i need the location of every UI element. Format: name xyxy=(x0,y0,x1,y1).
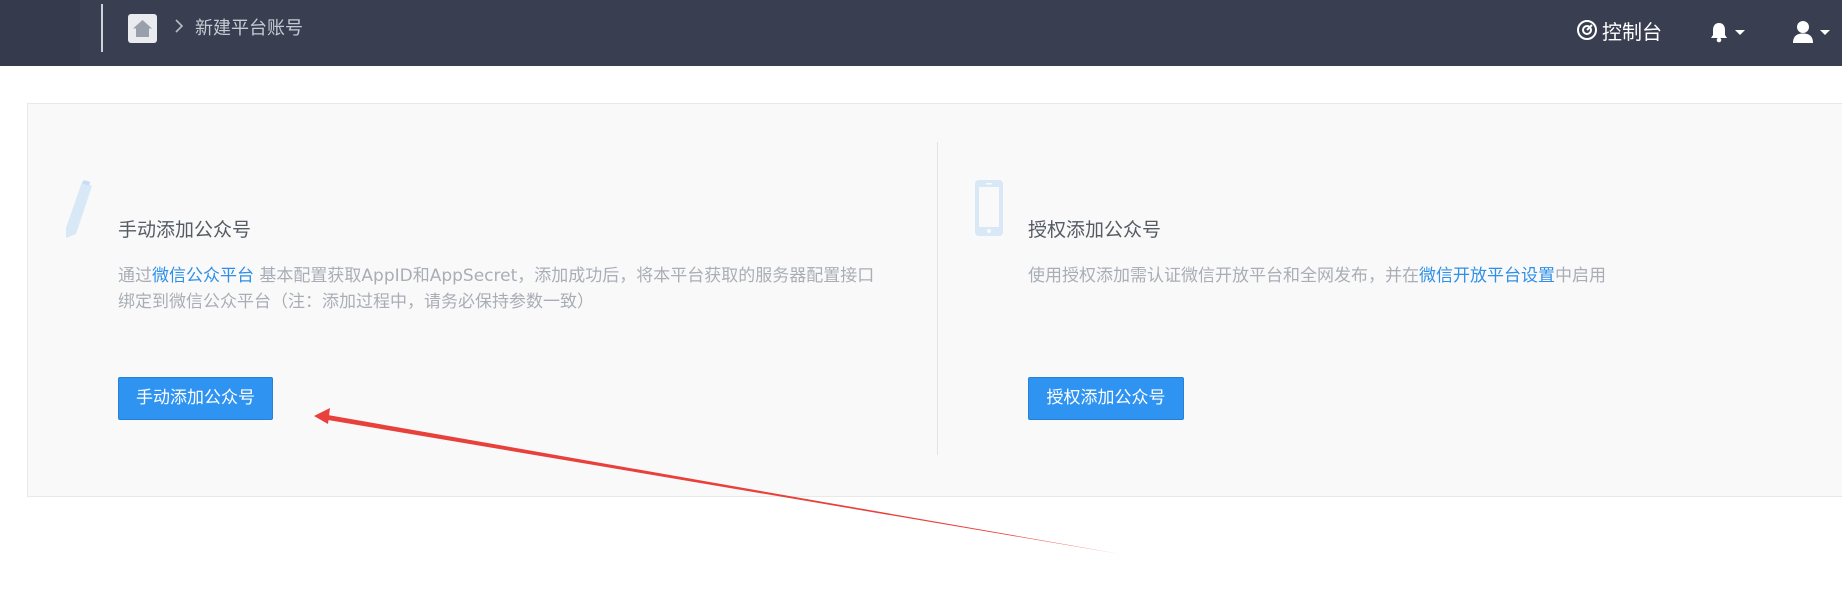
annotation-arrow xyxy=(314,408,1120,554)
